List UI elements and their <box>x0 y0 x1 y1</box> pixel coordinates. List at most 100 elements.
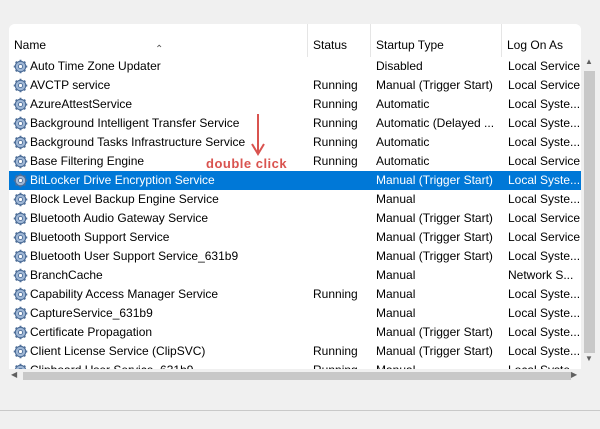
service-name: AzureAttestService <box>30 97 133 111</box>
service-log-on-as: Local Service <box>508 78 581 92</box>
service-name: Bluetooth Support Service <box>30 230 170 244</box>
service-gear-icon <box>13 268 28 283</box>
service-status: Running <box>313 116 358 130</box>
service-name: Clipboard User Service_631b9 <box>30 361 305 369</box>
service-gear-icon <box>13 230 28 245</box>
table-row[interactable]: Background Tasks Infrastructure Service R… <box>9 133 581 152</box>
column-header-row: Name ⌃ Status Startup Type Log On As <box>9 24 581 57</box>
bottom-tabs-bar <box>0 383 600 429</box>
service-gear-icon <box>13 249 28 264</box>
service-gear-icon <box>13 116 28 131</box>
service-status: Running <box>313 287 358 301</box>
service-startup-type: Automatic <box>376 97 430 111</box>
table-row[interactable]: Client License Service (ClipSVC) Running M… <box>9 342 581 361</box>
service-gear-icon <box>13 97 28 112</box>
service-startup-type: Manual (Trigger Start) <box>376 344 493 358</box>
tabs-divider <box>0 410 600 411</box>
column-header-log-on-as[interactable]: Log On As <box>502 24 581 57</box>
service-gear-icon <box>13 59 28 74</box>
service-log-on-as: Local Syste... <box>508 135 581 149</box>
table-row[interactable]: Bluetooth Support Service Manual (Trigger… <box>9 228 581 247</box>
vertical-scrollbar[interactable]: ▲ ▼ <box>581 24 598 369</box>
column-header-name[interactable]: Name ⌃ <box>9 24 308 57</box>
column-header-logon-label: Log On As <box>507 38 564 52</box>
table-row[interactable]: Auto Time Zone Updater Disabled Local Serv… <box>9 57 581 76</box>
service-status: Running <box>313 361 371 369</box>
service-name: Certificate Propagation <box>30 325 153 339</box>
service-status: Running <box>313 344 358 358</box>
service-startup-type: Manual <box>376 268 416 282</box>
table-row[interactable]: Certificate Propagation Manual (Trigger S… <box>9 323 581 342</box>
service-log-on-as: Local Syste... <box>508 287 581 301</box>
column-header-status-label: Status <box>313 38 348 52</box>
service-log-on-as: Local Syste... <box>508 97 581 111</box>
service-status: Running <box>313 154 358 168</box>
service-gear-icon <box>13 173 28 188</box>
service-status <box>313 209 371 228</box>
service-startup-type: Automatic <box>376 135 430 149</box>
vertical-scroll-thumb[interactable] <box>584 71 595 353</box>
table-row[interactable]: Bluetooth Audio Gateway Service Manual (T… <box>9 209 581 228</box>
service-gear-icon <box>13 154 28 169</box>
service-startup-type: Disabled <box>376 59 423 73</box>
table-row-selected[interactable]: BitLocker Drive Encryption Service Manual… <box>9 171 581 190</box>
scroll-left-icon[interactable]: ◀ <box>11 370 17 379</box>
service-startup-type: Manual (Trigger Start) <box>376 211 493 225</box>
scroll-up-icon[interactable]: ▲ <box>585 57 593 66</box>
service-gear-icon <box>13 135 28 150</box>
table-row[interactable]: Clipboard User Service_631b9 Running Manua… <box>9 361 581 369</box>
column-header-startup-label: Startup Type <box>376 38 444 52</box>
service-name: Block Level Backup Engine Service <box>30 192 219 206</box>
service-startup-type: Manual (Trigger Start) <box>376 78 493 92</box>
horizontal-scrollbar[interactable]: ◀ ▶ <box>9 369 581 383</box>
service-startup-type: Manual <box>376 306 416 320</box>
service-log-on-as: Local Service <box>508 230 581 244</box>
service-gear-icon <box>13 287 28 302</box>
service-name: Client License Service (ClipSVC) <box>30 344 206 358</box>
service-gear-icon <box>13 192 28 207</box>
service-status <box>313 228 371 247</box>
table-row[interactable]: Background Intelligent Transfer Service R… <box>9 114 581 133</box>
column-header-status[interactable]: Status <box>308 24 371 57</box>
table-row[interactable]: Capability Access Manager Service Running… <box>9 285 581 304</box>
service-log-on-as: Local Syste... <box>508 249 581 263</box>
window-top-strip <box>0 0 600 24</box>
service-name: AVCTP service <box>30 78 111 92</box>
service-log-on-as: Local Syste... <box>508 173 581 187</box>
service-status <box>313 190 371 209</box>
service-startup-type: Manual <box>376 287 416 301</box>
column-header-startup-type[interactable]: Startup Type <box>371 24 502 57</box>
column-header-name-label: Name <box>14 38 47 52</box>
service-log-on-as: Local Syste... <box>508 306 581 320</box>
scroll-down-icon[interactable]: ▼ <box>585 354 593 363</box>
service-startup-type: Automatic <box>376 154 430 168</box>
service-startup-type: Manual (Trigger Start) <box>376 249 493 263</box>
scroll-right-icon[interactable]: ▶ <box>571 370 577 379</box>
table-row[interactable]: AVCTP service Running Manual (Trigger Star… <box>9 76 581 95</box>
service-name: Auto Time Zone Updater <box>30 59 161 73</box>
service-startup-type: Manual <box>376 192 416 206</box>
annotation-arrow-icon <box>251 114 265 156</box>
service-status <box>313 304 371 323</box>
table-row[interactable]: Base Filtering Engine Running Automatic Loc… <box>9 152 581 171</box>
service-gear-icon <box>13 344 28 359</box>
service-name: Bluetooth Audio Gateway Service <box>30 211 209 225</box>
service-status: Running <box>313 135 358 149</box>
service-status <box>313 323 371 342</box>
table-row[interactable]: BranchCache Manual Network S... <box>9 266 581 285</box>
service-status <box>313 247 371 266</box>
service-log-on-as: Local Syste... <box>508 325 581 339</box>
horizontal-scroll-thumb[interactable] <box>23 372 571 380</box>
table-row[interactable]: AzureAttestService Running Automatic Local … <box>9 95 581 114</box>
service-log-on-as: Local Syste... <box>508 192 581 206</box>
service-startup-type: Automatic (Delayed ... <box>376 116 495 130</box>
service-startup-type: Manual (Trigger Start) <box>376 173 493 187</box>
table-row[interactable]: CaptureService_631b9 Manual Local Syste... <box>9 304 581 323</box>
table-row[interactable]: Bluetooth User Support Service_631b9 Manu… <box>9 247 581 266</box>
service-gear-icon <box>13 78 28 93</box>
service-status <box>313 266 371 285</box>
table-row[interactable]: Block Level Backup Engine Service Manual L… <box>9 190 581 209</box>
service-gear-icon <box>13 306 28 321</box>
service-status <box>313 171 371 190</box>
service-gear-icon <box>13 211 28 226</box>
